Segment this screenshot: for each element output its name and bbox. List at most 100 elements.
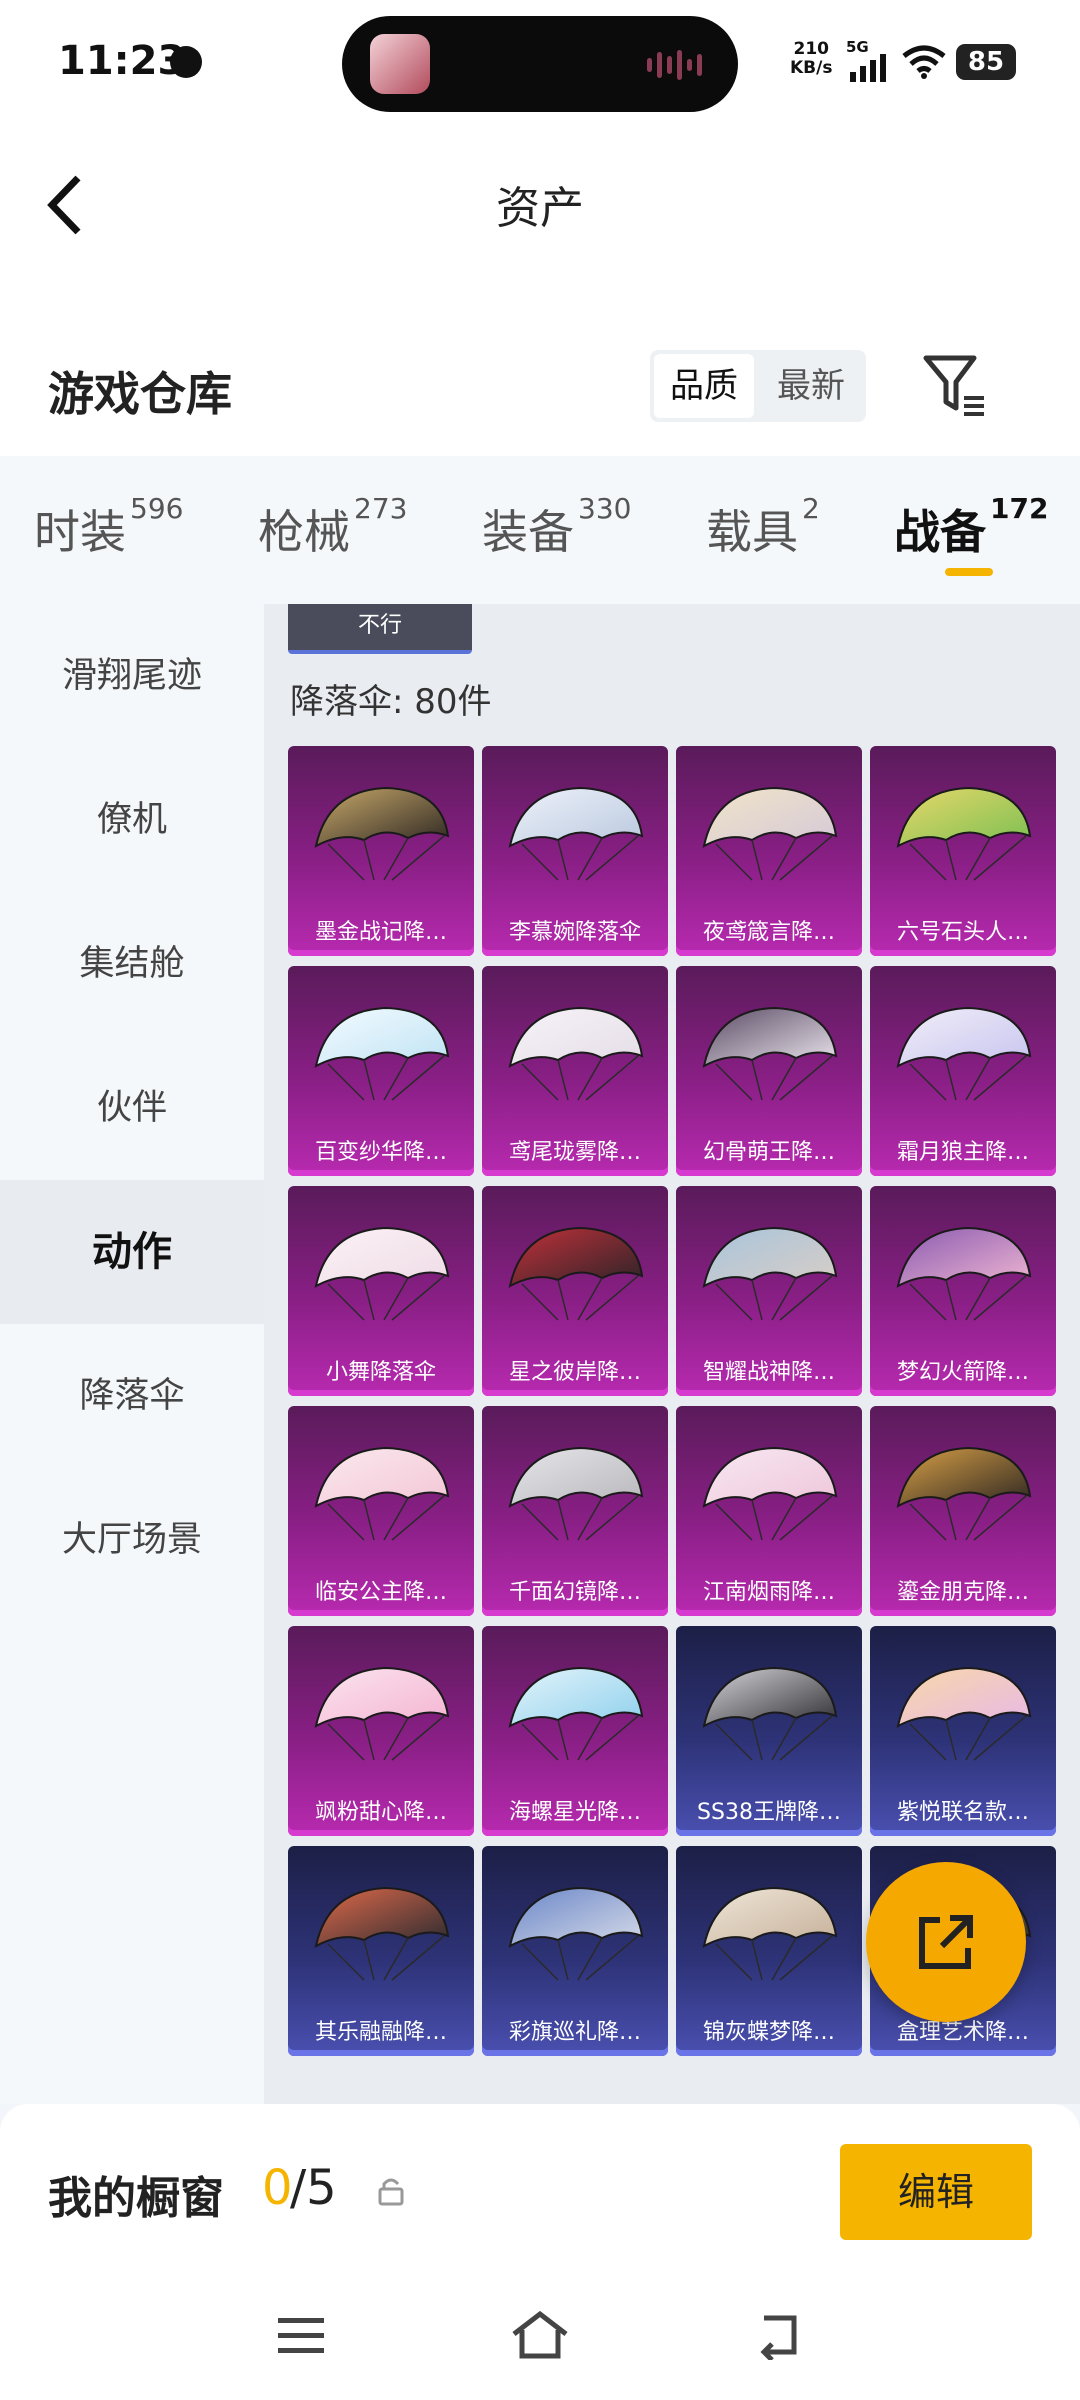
parachute-icon — [508, 1226, 644, 1321]
share-icon — [919, 1915, 973, 1969]
tab-label: 装备 — [482, 505, 574, 559]
parachute-name: SS38王牌降… — [697, 1800, 841, 1825]
menu-icon[interactable] — [276, 2314, 326, 2358]
warehouse-bar: 游戏仓库 品质 最新 — [0, 330, 1080, 456]
app-avatar-icon — [370, 34, 430, 94]
lock-icon — [378, 2178, 404, 2206]
parachute-card[interactable]: 六号石头人… — [870, 746, 1056, 956]
parachute-icon — [508, 1446, 644, 1541]
showcase-total-count: /5 — [290, 2160, 337, 2216]
status-chip[interactable]: 不行 — [288, 604, 472, 654]
sidebar-item-emote[interactable]: 动作 — [0, 1180, 264, 1324]
parachute-icon — [896, 1226, 1032, 1321]
dynamic-island[interactable] — [342, 16, 738, 112]
parachute-name: 小舞降落伞 — [325, 1360, 436, 1385]
parachute-card[interactable]: 星之彼岸降… — [482, 1186, 668, 1396]
status-bar: 11:23 210 KB/s 5G 85 — [0, 0, 1080, 130]
parachute-name: 锦灰蝶梦降… — [702, 2020, 835, 2045]
active-tab-indicator — [945, 568, 993, 576]
item-count-label: 降落伞: 80件 — [290, 682, 492, 722]
parachute-name: 幻骨萌王降… — [702, 1140, 835, 1165]
parachute-icon — [314, 1666, 450, 1761]
parachute-name: 彩旗巡礼降… — [508, 2020, 641, 2045]
tab-firearms[interactable]: 枪械 273 — [258, 492, 407, 562]
parachute-card[interactable]: 锦灰蝶梦降… — [676, 1846, 862, 2056]
tab-combat-gear[interactable]: 战备 172 — [894, 492, 1048, 562]
parachute-icon — [896, 1446, 1032, 1541]
parachute-name: 六号石头人… — [896, 920, 1029, 945]
back-icon[interactable] — [754, 2310, 804, 2360]
parachute-card[interactable]: 海螺星光降… — [482, 1626, 668, 1836]
parachute-name: 墨金战记降… — [314, 920, 447, 945]
bottom-showcase-bar: 我的橱窗 0 /5 编辑 — [0, 2104, 1080, 2400]
top-header: 资产 — [0, 130, 1080, 330]
network-speed-unit: KB/s — [790, 58, 833, 78]
parachute-card[interactable]: 小舞降落伞 — [288, 1186, 474, 1396]
parachute-card[interactable]: 飒粉甜心降… — [288, 1626, 474, 1836]
parachute-card[interactable]: SS38王牌降… — [676, 1626, 862, 1836]
battery-indicator: 85 — [956, 44, 1016, 80]
sidebar-item-lobby-scene[interactable]: 大厅场景 — [0, 1468, 264, 1612]
sort-quality-button[interactable]: 品质 — [654, 354, 754, 418]
vpn-icon — [170, 46, 202, 78]
sidebar-item-companion[interactable]: 伙伴 — [0, 1036, 264, 1180]
parachute-icon — [508, 1666, 644, 1761]
page-title: 资产 — [496, 183, 584, 234]
parachute-name: 江南烟雨降… — [702, 1580, 835, 1605]
parachute-icon — [508, 786, 644, 881]
sidebar-item-glide-trail[interactable]: 滑翔尾迹 — [0, 604, 264, 748]
parachute-name: 百变纱华降… — [314, 1140, 447, 1165]
parachute-card[interactable]: 临安公主降… — [288, 1406, 474, 1616]
status-time: 11:23 — [58, 38, 186, 84]
category-tabs: 时装 596 枪械 273 装备 330 载具 2 战备 172 — [0, 456, 1080, 604]
parachute-name: 千面幻镜降… — [508, 1580, 641, 1605]
parachute-name: 紫悦联名款… — [896, 1800, 1029, 1825]
parachute-card[interactable]: 彩旗巡礼降… — [482, 1846, 668, 2056]
parachute-card[interactable]: 江南烟雨降… — [676, 1406, 862, 1616]
parachute-icon — [508, 1886, 644, 1981]
sidebar-item-wingman[interactable]: 僚机 — [0, 748, 264, 892]
parachute-name: 星之彼岸降… — [508, 1360, 641, 1385]
tab-count: 172 — [990, 492, 1049, 525]
parachute-name: 霜月狼主降… — [896, 1140, 1029, 1165]
parachute-card[interactable]: 千面幻镜降… — [482, 1406, 668, 1616]
parachute-card[interactable]: 紫悦联名款… — [870, 1626, 1056, 1836]
parachute-name: 夜鸢箴言降… — [702, 920, 835, 945]
tab-fashion[interactable]: 时装 596 — [34, 492, 183, 562]
parachute-card[interactable]: 墨金战记降… — [288, 746, 474, 956]
parachute-icon — [896, 1666, 1032, 1761]
tab-equipment[interactable]: 装备 330 — [482, 492, 631, 562]
parachute-icon — [896, 786, 1032, 881]
parachute-card[interactable]: 梦幻火箭降… — [870, 1186, 1056, 1396]
system-nav-bar — [0, 2294, 1080, 2394]
parachute-name: 临安公主降… — [314, 1580, 447, 1605]
parachute-icon — [702, 1446, 838, 1541]
parachute-card[interactable]: 其乐融融降… — [288, 1846, 474, 2056]
parachute-card[interactable]: 李慕婉降落伞 — [482, 746, 668, 956]
parachute-card[interactable]: 智耀战神降… — [676, 1186, 862, 1396]
parachute-card[interactable]: 霜月狼主降… — [870, 966, 1056, 1176]
parachute-card[interactable]: 鸢尾珑雾降… — [482, 966, 668, 1176]
parachute-icon — [896, 1006, 1032, 1101]
parachute-icon — [702, 1666, 838, 1761]
parachute-card[interactable]: 百变纱华降… — [288, 966, 474, 1176]
showcase-used-count: 0 — [262, 2160, 293, 2216]
parachute-name: 李慕婉降落伞 — [508, 920, 641, 945]
sidebar-item-pod[interactable]: 集结舱 — [0, 892, 264, 1036]
edit-button[interactable]: 编辑 — [840, 2144, 1032, 2240]
sidebar-item-parachute[interactable]: 降落伞 — [0, 1324, 264, 1468]
parachute-card[interactable]: 幻骨萌王降… — [676, 966, 862, 1176]
parachute-card[interactable]: 夜鸢箴言降… — [676, 746, 862, 956]
tab-count: 2 — [802, 492, 820, 525]
tab-vehicles[interactable]: 载具 2 — [706, 492, 820, 562]
parachute-name: 梦幻火箭降… — [896, 1360, 1029, 1385]
warehouse-title: 游戏仓库 — [48, 367, 232, 421]
sort-newest-button[interactable]: 最新 — [760, 354, 862, 418]
parachute-card[interactable]: 鎏金朋克降… — [870, 1406, 1056, 1616]
parachute-icon — [314, 1886, 450, 1981]
parachute-icon — [314, 786, 450, 881]
home-icon[interactable] — [510, 2308, 570, 2362]
tab-label: 时装 — [34, 505, 126, 559]
filter-icon[interactable] — [920, 350, 990, 420]
share-button[interactable] — [866, 1862, 1026, 2022]
